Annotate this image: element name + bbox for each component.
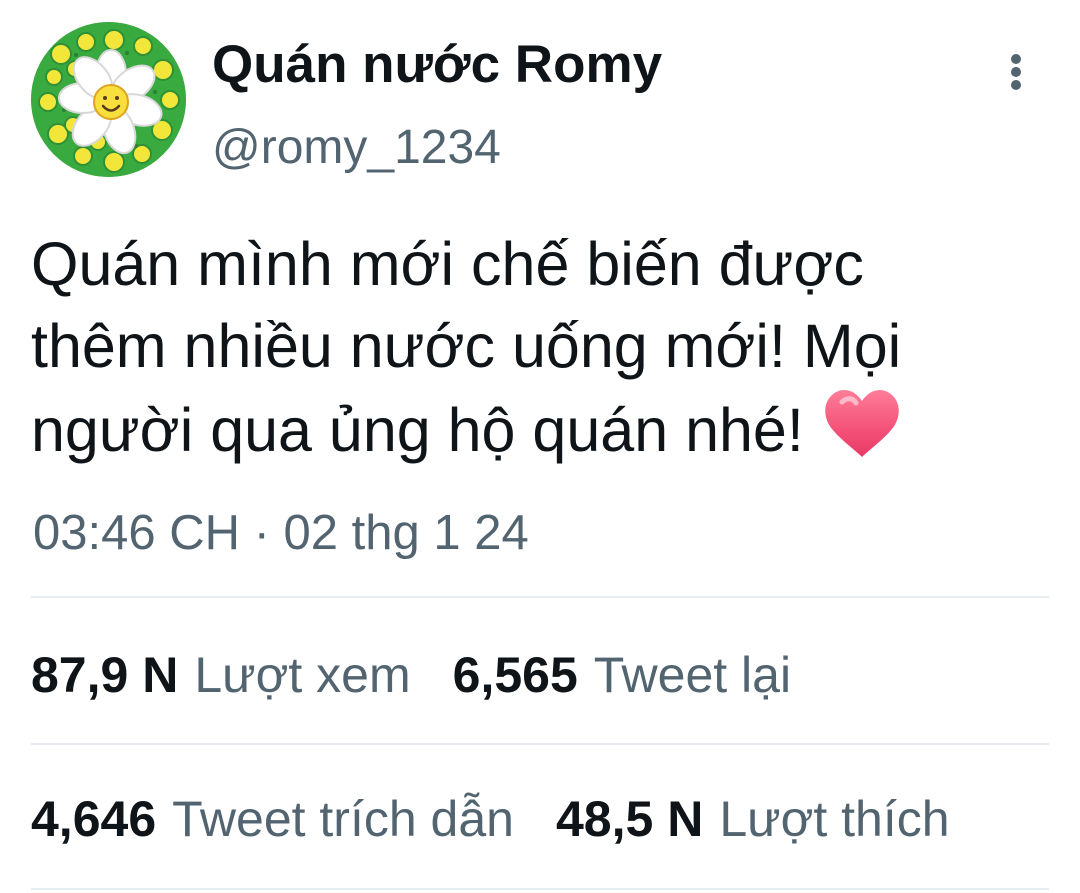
stats-row: 4,646 Tweet trích dẫn 48,5 N Lượt thích <box>31 784 992 854</box>
views-count: 87,9 N <box>31 647 179 703</box>
divider <box>31 596 1049 598</box>
quote-tweets-label: Tweet trích dẫn <box>172 791 514 847</box>
likes-stat[interactable]: 48,5 N Lượt thích <box>556 789 950 849</box>
author-avatar[interactable] <box>31 22 186 177</box>
tweet-detail: Quán nước Romy @romy_1234 Quán mình mới … <box>0 0 1080 893</box>
tweet-text-fragment: người qua ủng hộ quán nhé! <box>31 396 804 464</box>
views-label: Lượt xem <box>194 647 411 703</box>
daisy-avatar-icon <box>31 22 186 177</box>
divider <box>31 888 1049 890</box>
author-name[interactable]: Quán nước Romy <box>212 33 662 97</box>
retweets-label: Tweet lại <box>593 647 792 703</box>
heart-icon <box>822 387 902 461</box>
more-options-button[interactable] <box>995 43 1039 101</box>
quote-tweets-stat[interactable]: 4,646 Tweet trích dẫn <box>31 789 514 849</box>
tweet-timestamp[interactable]: 03:46 CH · 02 thg 1 24 <box>33 503 529 563</box>
likes-label: Lượt thích <box>719 791 950 847</box>
tweet-text-line: thêm nhiều nước uống mới! Mọi <box>31 312 902 380</box>
views-stat[interactable]: 87,9 N Lượt xem <box>31 645 411 705</box>
author-handle[interactable]: @romy_1234 <box>212 119 501 177</box>
stats-row: 87,9 N Lượt xem 6,565 Tweet lại <box>31 640 833 710</box>
tweet-text: Quán mình mới chế biến được thêm nhiều n… <box>31 223 1041 471</box>
tweet-text-line: người qua ủng hộ quán nhé! <box>31 387 1041 471</box>
tweet-text-line: Quán mình mới chế biến được <box>31 230 864 298</box>
likes-count: 48,5 N <box>555 791 704 847</box>
more-options-icon <box>1011 54 1021 90</box>
retweets-count: 6,565 <box>452 647 578 703</box>
retweets-stat[interactable]: 6,565 Tweet lại <box>453 645 791 705</box>
quote-tweets-count: 4,646 <box>31 791 157 847</box>
divider <box>31 743 1049 745</box>
